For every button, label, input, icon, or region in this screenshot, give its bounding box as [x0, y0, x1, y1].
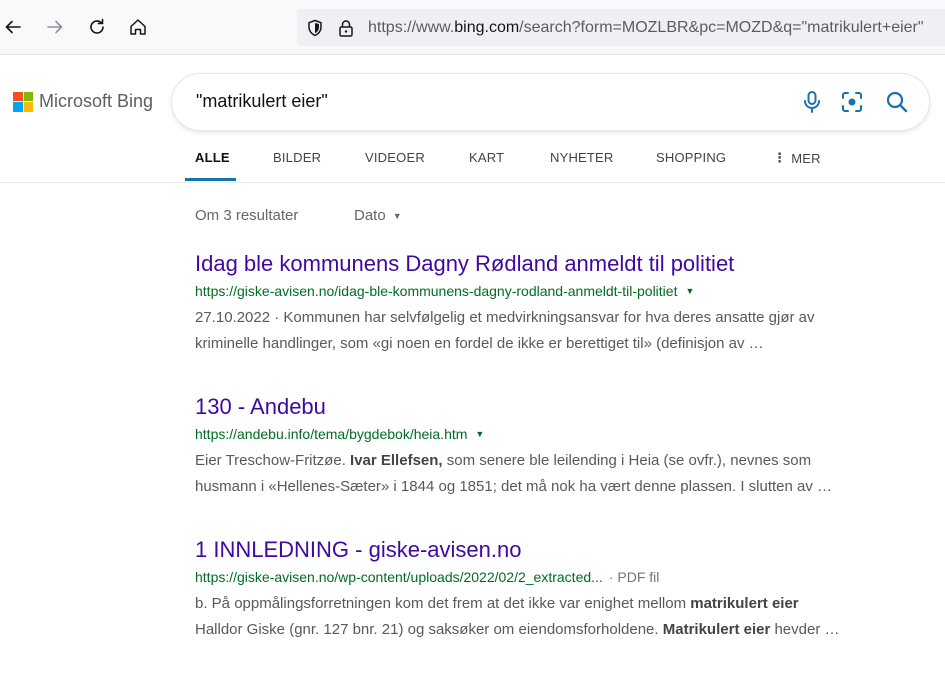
home-button[interactable] — [125, 14, 151, 40]
search-result: 1 INNLEDNING - giske-avisen.no https://g… — [195, 536, 915, 643]
search-tabs: ALLE BILDER VIDEOER KART NYHETER SHOPPIN… — [0, 140, 945, 183]
visual-search-button[interactable] — [839, 89, 865, 115]
url-host: bing.com — [454, 19, 520, 36]
active-tab-indicator — [185, 178, 236, 181]
address-bar[interactable]: https://www.bing.com/search?form=MOZLBR&… — [297, 9, 945, 46]
forward-button[interactable] — [42, 14, 68, 40]
result-snippet: b. På oppmålingsforretningen kom det fre… — [195, 591, 915, 643]
bing-logo[interactable]: Microsoft Bing — [13, 91, 153, 112]
result-title-link[interactable]: 1 INNLEDNING - giske-avisen.no — [195, 536, 915, 564]
arrow-right-icon — [47, 20, 63, 34]
result-url[interactable]: https://giske-avisen.no/idag-ble-kommune… — [195, 282, 915, 300]
snippet-line: b. På oppmålingsforretningen kom det fre… — [195, 591, 915, 617]
snippet-highlight: matrikulert eier — [690, 595, 799, 612]
search-input[interactable] — [196, 91, 756, 112]
snippet-text: hevder … — [770, 621, 840, 638]
snippet-line: Halldor Giske (gnr. 127 bnr. 21) og saks… — [195, 617, 915, 643]
date-filter-dropdown[interactable]: Dato ▼ — [354, 207, 402, 224]
result-snippet: Eier Treschow-Fritzøe. Ivar Ellefsen, so… — [195, 448, 915, 500]
reload-icon — [90, 18, 104, 34]
search-box — [172, 74, 929, 130]
reload-button[interactable] — [84, 14, 110, 40]
url-prefix: https://www. — [368, 19, 455, 36]
date-filter-label: Dato — [354, 207, 386, 224]
tab-bilder[interactable]: BILDER — [273, 150, 321, 165]
microphone-icon — [804, 91, 820, 113]
result-url-text: https://giske-avisen.no/idag-ble-kommune… — [195, 283, 678, 299]
tab-more-label: MER — [791, 150, 821, 166]
search-result: 130 - Andebu https://andebu.info/tema/by… — [195, 393, 915, 500]
result-url-text: https://andebu.info/tema/bygdebok/heia.h… — [195, 426, 468, 442]
search-result: Idag ble kommunens Dagny Rødland anmeldt… — [195, 250, 915, 357]
snippet-highlight: Matrikulert eier — [662, 621, 771, 638]
url-path: /search?form=MOZLBR&pc=MOZD&q="matrikule… — [519, 19, 924, 36]
file-type-label: · PDF fil — [608, 569, 660, 585]
back-button[interactable] — [0, 14, 26, 40]
microsoft-logo-icon — [13, 91, 33, 112]
tab-more[interactable]: ⋮ MER — [773, 150, 821, 166]
snippet-line: husmann i «Hellenes-Sæter» i 1844 og 185… — [195, 478, 833, 495]
snippet-line: Eier Treschow-Fritzøe. Ivar Ellefsen, so… — [195, 448, 915, 474]
snippet-text: Eier Treschow-Fritzøe. — [195, 452, 351, 469]
tab-alle[interactable]: ALLE — [195, 150, 230, 165]
shield-icon[interactable] — [305, 18, 325, 43]
result-snippet: 27.10.2022 · Kommunen har selvfølgelig e… — [195, 305, 915, 357]
more-vertical-icon: ⋮ — [773, 150, 787, 165]
result-url-text: https://giske-avisen.no/wp-content/uploa… — [195, 569, 603, 585]
result-url[interactable]: https://andebu.info/tema/bygdebok/heia.h… — [195, 425, 915, 443]
logo-text: Microsoft Bing — [39, 91, 154, 111]
visual-search-icon — [842, 92, 862, 112]
arrow-left-icon — [5, 20, 21, 34]
snippet-text: som senere ble leilending i Heia (se ovf… — [442, 452, 812, 469]
caret-down-icon[interactable]: ▼ — [475, 425, 484, 443]
url-text[interactable]: https://www.bing.com/search?form=MOZLBR&… — [368, 19, 924, 37]
snippet-line: 27.10.2022 · Kommunen har selvfølgelig e… — [195, 309, 815, 326]
lock-icon[interactable] — [337, 18, 355, 43]
search-icon — [886, 91, 908, 113]
snippet-text: Halldor Giske (gnr. 127 bnr. 21) og saks… — [195, 621, 663, 638]
tab-shopping[interactable]: SHOPPING — [656, 150, 726, 165]
snippet-text: b. På oppmålingsforretningen kom det fre… — [195, 595, 691, 612]
caret-down-icon: ▼ — [392, 210, 402, 221]
caret-down-icon[interactable]: ▼ — [685, 282, 694, 300]
tab-nyheter[interactable]: NYHETER — [550, 150, 614, 165]
browser-toolbar: https://www.bing.com/search?form=MOZLBR&… — [0, 0, 945, 55]
tab-kart[interactable]: KART — [469, 150, 504, 165]
result-url[interactable]: https://giske-avisen.no/wp-content/uploa… — [195, 568, 915, 586]
snippet-line: kriminelle handlinger, som «gi noen en f… — [195, 335, 764, 352]
result-title-link[interactable]: 130 - Andebu — [195, 393, 915, 421]
search-button[interactable] — [884, 89, 910, 115]
snippet-highlight: Ivar Ellefsen, — [350, 452, 443, 469]
tab-videoer[interactable]: VIDEOER — [365, 150, 425, 165]
result-title-link[interactable]: Idag ble kommunens Dagny Rødland anmeldt… — [195, 250, 915, 278]
result-count: Om 3 resultater — [195, 207, 299, 224]
home-icon — [130, 19, 146, 35]
voice-search-button[interactable] — [799, 89, 825, 115]
